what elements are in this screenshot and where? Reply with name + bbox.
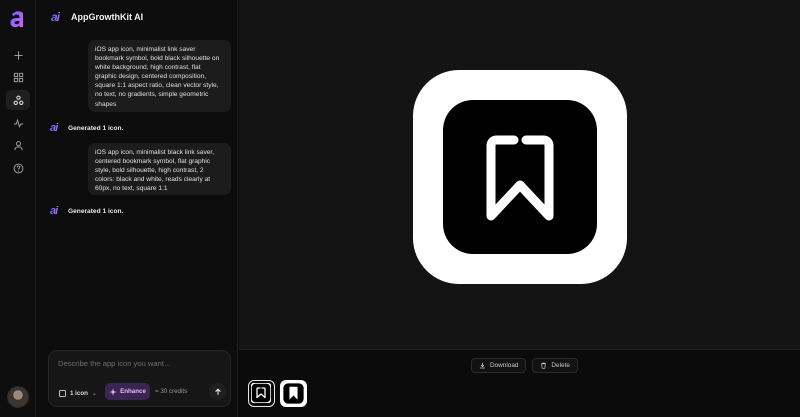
credits-cost: = 30 credits — [155, 388, 188, 395]
user-icon — [13, 140, 23, 150]
square-icon — [59, 389, 66, 397]
app-logo-icon[interactable] — [8, 8, 28, 30]
download-label: Download — [490, 362, 519, 369]
preview-actions: Download Delete — [471, 358, 578, 373]
download-button[interactable]: Download — [471, 358, 527, 373]
bookmark-icon — [413, 70, 627, 284]
bookmark-icon — [280, 380, 307, 407]
icon-count-select[interactable]: 1 icon ⌄ — [59, 387, 97, 399]
assistant-message: ai Generated 1 icon. — [50, 122, 123, 134]
assistant-ai-icon: ai — [50, 122, 62, 134]
user-message: iOS app icon, minimalist link saver book… — [88, 40, 231, 112]
prompt-composer[interactable]: Describe the app icon you want... 1 icon… — [48, 350, 231, 407]
brand-ai-icon: ai — [51, 11, 64, 23]
assistant-message-text: Generated 1 icon. — [68, 207, 124, 215]
sparkle-icon — [109, 387, 117, 396]
activity-icon — [13, 118, 23, 128]
thumbnail-icon-variant-2[interactable] — [280, 380, 307, 407]
app-title: AppGrowthKit AI — [71, 12, 144, 22]
grid-icon — [13, 72, 23, 82]
network-icon — [13, 95, 23, 105]
thumbnail-icon-variant-1[interactable] — [248, 380, 275, 407]
assistant-ai-icon: ai — [50, 205, 62, 217]
help-icon — [13, 163, 23, 173]
icon-count-label: 1 icon — [70, 389, 88, 397]
rail-new-button[interactable] — [6, 45, 30, 65]
plus-icon — [13, 50, 23, 60]
rail-icon-generator-button[interactable] — [6, 90, 30, 110]
chat-header: ai AppGrowthKit AI — [51, 10, 143, 24]
delete-button[interactable]: Delete — [532, 358, 578, 373]
prompt-input[interactable]: Describe the app icon you want... — [58, 359, 170, 368]
bookmark-icon — [250, 382, 272, 404]
download-icon — [480, 362, 485, 369]
send-button[interactable] — [209, 383, 226, 400]
chevron-down-icon: ⌄ — [91, 390, 97, 397]
icon-rail — [0, 0, 36, 417]
assistant-message-text: Generated 1 icon. — [68, 124, 124, 132]
rail-help-button[interactable] — [6, 158, 30, 178]
rail-gallery-button[interactable] — [6, 67, 30, 87]
trash-icon — [541, 362, 547, 369]
user-avatar[interactable] — [7, 386, 29, 408]
rail-account-button[interactable] — [6, 135, 30, 155]
icon-preview — [239, 0, 800, 350]
arrow-up-icon — [214, 387, 221, 395]
enhance-label: Enhance — [120, 388, 146, 395]
enhance-button[interactable]: Enhance — [105, 383, 150, 400]
assistant-message: ai Generated 1 icon. — [50, 205, 123, 217]
rail-analytics-button[interactable] — [6, 113, 30, 133]
user-message: iOS app icon, minimalist black link save… — [88, 143, 231, 195]
delete-label: Delete — [551, 362, 570, 369]
